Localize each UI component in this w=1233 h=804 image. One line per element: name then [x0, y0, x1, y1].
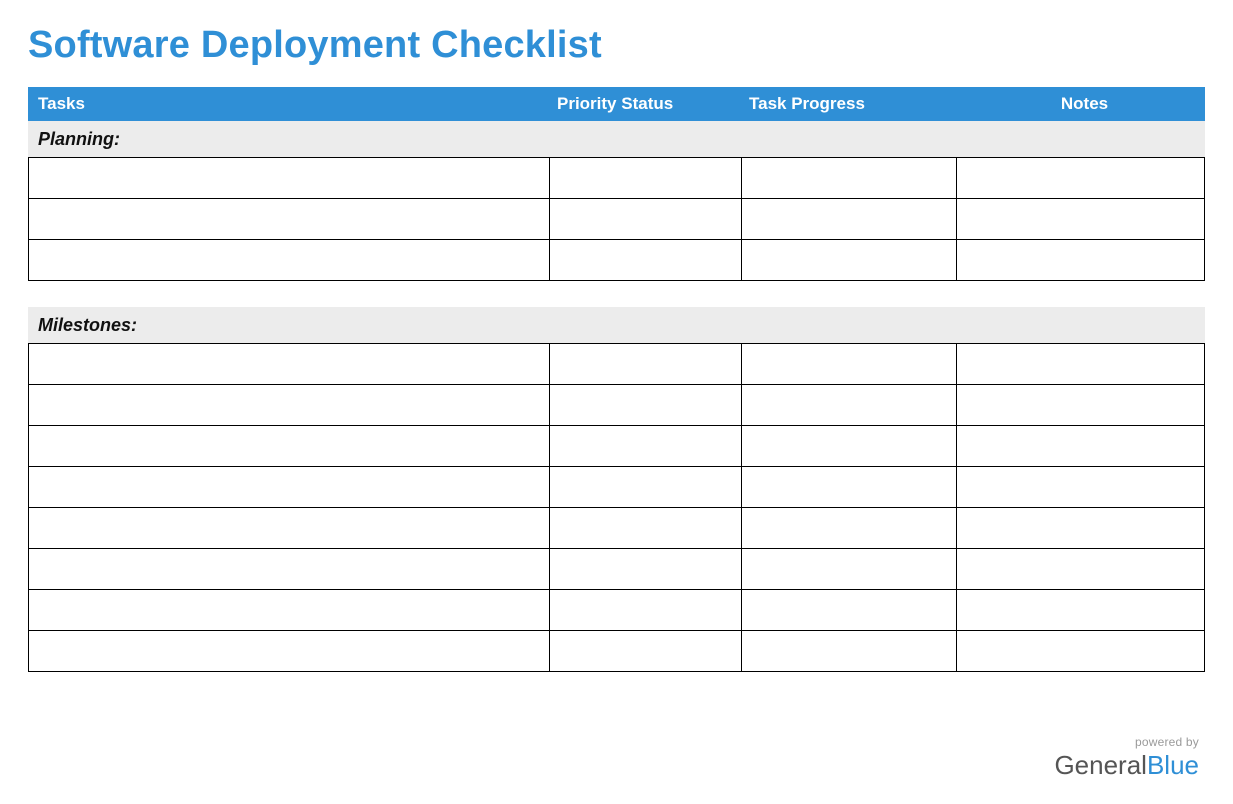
- cell-tasks[interactable]: [29, 240, 550, 281]
- section-table-planning: [28, 157, 1205, 281]
- table-row: [29, 385, 1205, 426]
- cell-notes[interactable]: [957, 426, 1205, 467]
- column-header-progress: Task Progress: [741, 94, 956, 114]
- cell-notes[interactable]: [957, 199, 1205, 240]
- cell-priority[interactable]: [550, 199, 742, 240]
- table-row: [29, 549, 1205, 590]
- cell-priority[interactable]: [550, 631, 742, 672]
- cell-notes[interactable]: [957, 158, 1205, 199]
- table-row: [29, 508, 1205, 549]
- cell-priority[interactable]: [550, 158, 742, 199]
- table-row: [29, 344, 1205, 385]
- brand-accent: Blue: [1147, 750, 1199, 780]
- cell-progress[interactable]: [742, 240, 957, 281]
- cell-progress[interactable]: [742, 631, 957, 672]
- cell-notes[interactable]: [957, 508, 1205, 549]
- table-row: [29, 426, 1205, 467]
- column-header-priority: Priority Status: [549, 94, 741, 114]
- cell-tasks[interactable]: [29, 199, 550, 240]
- table-row: [29, 631, 1205, 672]
- cell-progress[interactable]: [742, 467, 957, 508]
- section-label-milestones: Milestones:: [28, 307, 1205, 343]
- table-row: [29, 590, 1205, 631]
- cell-progress[interactable]: [742, 549, 957, 590]
- cell-priority[interactable]: [550, 385, 742, 426]
- cell-notes[interactable]: [957, 344, 1205, 385]
- cell-tasks[interactable]: [29, 508, 550, 549]
- table-row: [29, 158, 1205, 199]
- cell-progress[interactable]: [742, 508, 957, 549]
- cell-tasks[interactable]: [29, 158, 550, 199]
- cell-progress[interactable]: [742, 426, 957, 467]
- cell-progress[interactable]: [742, 344, 957, 385]
- cell-priority[interactable]: [550, 467, 742, 508]
- section-table-milestones: [28, 343, 1205, 672]
- brand-logo-text: GeneralBlue: [1054, 751, 1199, 780]
- table-header-row: Tasks Priority Status Task Progress Note…: [28, 87, 1205, 121]
- column-header-tasks: Tasks: [28, 94, 549, 114]
- cell-priority[interactable]: [550, 508, 742, 549]
- cell-tasks[interactable]: [29, 467, 550, 508]
- cell-tasks[interactable]: [29, 385, 550, 426]
- cell-notes[interactable]: [957, 590, 1205, 631]
- footer-brand: powered by GeneralBlue: [1054, 736, 1199, 780]
- table-row: [29, 240, 1205, 281]
- cell-progress[interactable]: [742, 385, 957, 426]
- cell-notes[interactable]: [957, 631, 1205, 672]
- cell-priority[interactable]: [550, 240, 742, 281]
- cell-priority[interactable]: [550, 344, 742, 385]
- cell-tasks[interactable]: [29, 426, 550, 467]
- cell-priority[interactable]: [550, 590, 742, 631]
- powered-by-label: powered by: [1054, 736, 1199, 749]
- column-header-notes: Notes: [956, 94, 1205, 114]
- checklist-sheet: Tasks Priority Status Task Progress Note…: [28, 87, 1205, 672]
- cell-notes[interactable]: [957, 549, 1205, 590]
- cell-tasks[interactable]: [29, 549, 550, 590]
- brand-main: General: [1054, 750, 1147, 780]
- table-row: [29, 199, 1205, 240]
- table-row: [29, 467, 1205, 508]
- cell-notes[interactable]: [957, 467, 1205, 508]
- section-gap: [28, 281, 1205, 307]
- section-label-planning: Planning:: [28, 121, 1205, 157]
- cell-progress[interactable]: [742, 158, 957, 199]
- cell-progress[interactable]: [742, 199, 957, 240]
- cell-priority[interactable]: [550, 549, 742, 590]
- cell-tasks[interactable]: [29, 631, 550, 672]
- cell-notes[interactable]: [957, 385, 1205, 426]
- cell-priority[interactable]: [550, 426, 742, 467]
- cell-tasks[interactable]: [29, 344, 550, 385]
- cell-progress[interactable]: [742, 590, 957, 631]
- cell-notes[interactable]: [957, 240, 1205, 281]
- page-title: Software Deployment Checklist: [28, 24, 1205, 67]
- cell-tasks[interactable]: [29, 590, 550, 631]
